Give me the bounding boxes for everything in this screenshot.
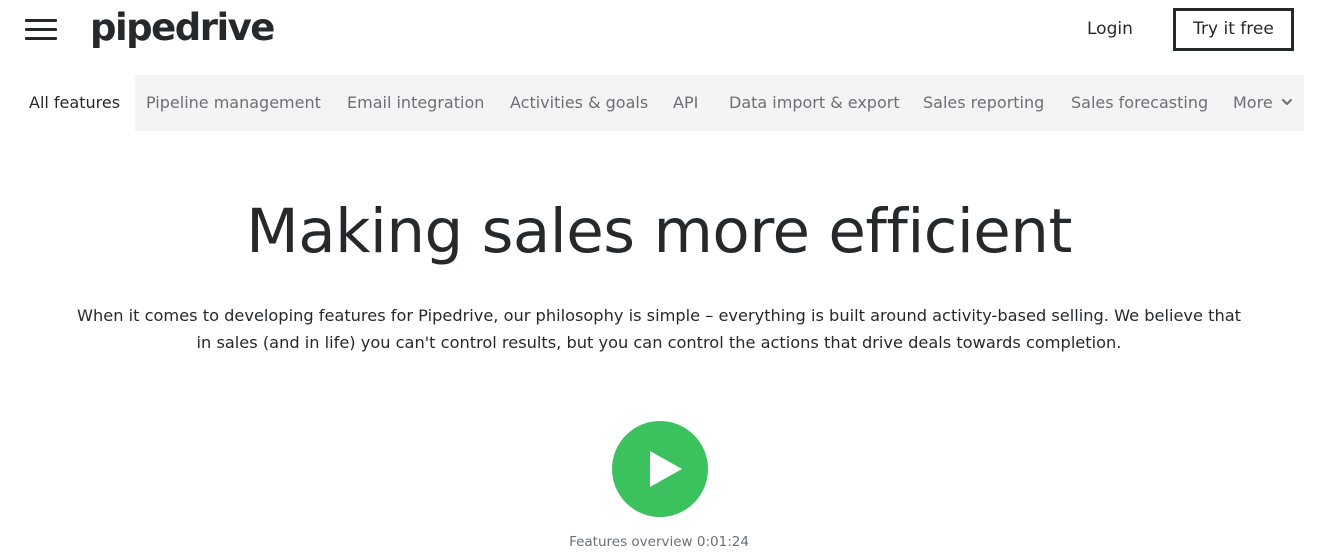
tab-more[interactable]: More bbox=[1218, 75, 1308, 131]
pipedrive-logo[interactable]: pipedrive bbox=[90, 4, 275, 52]
try-it-free-button[interactable]: Try it free bbox=[1173, 8, 1294, 51]
hero-description-line-2: in sales (and in life) you can't control… bbox=[196, 333, 1122, 352]
hamburger-menu-icon[interactable] bbox=[25, 19, 57, 41]
play-icon bbox=[650, 451, 682, 487]
tab-api[interactable]: API bbox=[658, 75, 713, 131]
tab-activities-goals[interactable]: Activities & goals bbox=[495, 75, 663, 131]
video-caption: Features overview 0:01:24 bbox=[569, 534, 749, 550]
page: pipedrive Login Try it free All features… bbox=[0, 0, 1318, 556]
hero-description-line-1: When it comes to developing features for… bbox=[77, 306, 1241, 325]
chevron-down-icon bbox=[1281, 99, 1292, 105]
play-video-button[interactable] bbox=[612, 421, 708, 517]
tab-more-label: More bbox=[1233, 93, 1273, 112]
tab-pipeline-management[interactable]: Pipeline management bbox=[131, 75, 336, 131]
tab-email-integration[interactable]: Email integration bbox=[332, 75, 499, 131]
login-link[interactable]: Login bbox=[1087, 17, 1133, 41]
tab-sales-reporting[interactable]: Sales reporting bbox=[908, 75, 1059, 131]
tab-data-import-export[interactable]: Data import & export bbox=[714, 75, 915, 131]
tab-sales-forecasting[interactable]: Sales forecasting bbox=[1056, 75, 1223, 131]
feature-nav: All features Pipeline management Email i… bbox=[14, 75, 1304, 131]
site-header: pipedrive Login Try it free bbox=[0, 0, 1318, 74]
hero-description: When it comes to developing features for… bbox=[60, 302, 1258, 356]
tab-all-features[interactable]: All features bbox=[14, 75, 136, 131]
page-title: Making sales more efficient bbox=[246, 196, 1072, 267]
